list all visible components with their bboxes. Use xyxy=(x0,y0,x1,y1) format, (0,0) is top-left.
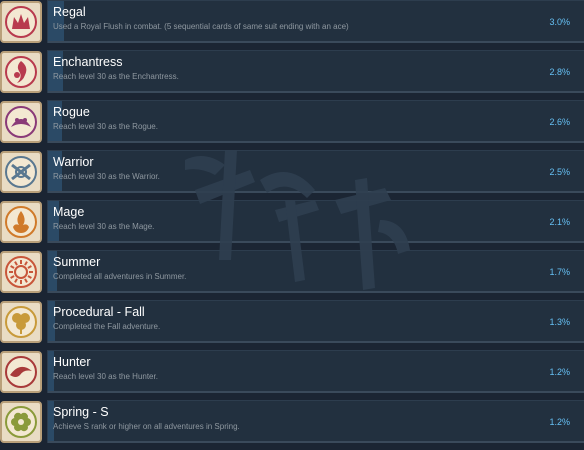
warrior-icon xyxy=(0,151,42,193)
achievement-row[interactable]: Hunter Reach level 30 as the Hunter. 1.2% xyxy=(0,350,584,400)
achievement-row[interactable]: Enchantress Reach level 30 as the Enchant… xyxy=(0,50,584,100)
achievement-row[interactable]: Procedural - Fall Completed the Fall adve… xyxy=(0,300,584,350)
achievement-bar: Summer Completed all adventures in Summer… xyxy=(47,250,584,293)
unlock-percentage: 2.6% xyxy=(549,117,570,127)
achievement-description: Reach level 30 as the Enchantress. xyxy=(53,72,179,81)
row-divider xyxy=(48,191,584,193)
row-divider xyxy=(48,241,584,243)
achievement-bar: Warrior Reach level 30 as the Warrior. 2.5… xyxy=(47,150,584,193)
achievement-bar: Rogue Reach level 30 as the Rogue. 2.6% xyxy=(47,100,584,143)
rogue-icon xyxy=(0,101,42,143)
achievement-title: Procedural - Fall xyxy=(53,305,145,319)
achievement-description: Reach level 30 as the Mage. xyxy=(53,222,155,231)
unlock-percentage: 2.5% xyxy=(549,167,570,177)
achievement-bar: Regal Used a Royal Flush in combat. (5 se… xyxy=(47,0,584,43)
row-divider xyxy=(48,141,584,143)
achievement-title: Spring - S xyxy=(53,405,109,419)
achievement-title: Warrior xyxy=(53,155,94,169)
achievement-list: Regal Used a Royal Flush in combat. (5 se… xyxy=(0,0,584,443)
unlock-percentage: 1.7% xyxy=(549,267,570,277)
achievement-description: Completed the Fall adventure. xyxy=(53,322,161,331)
royal-flush-icon xyxy=(0,1,42,43)
achievement-description: Completed all adventures in Summer. xyxy=(53,272,187,281)
achievement-bar: Spring - S Achieve S rank or higher on al… xyxy=(47,400,584,443)
achievement-description: Reach level 30 as the Rogue. xyxy=(53,122,158,131)
achievement-description: Used a Royal Flush in combat. (5 sequent… xyxy=(53,22,349,31)
achievement-title: Regal xyxy=(53,5,86,19)
achievement-row[interactable]: Summer Completed all adventures in Summer… xyxy=(0,250,584,300)
achievement-title: Summer xyxy=(53,255,101,269)
unlock-percentage: 1.3% xyxy=(549,317,570,327)
achievement-title: Hunter xyxy=(53,355,91,369)
unlock-percentage: 2.8% xyxy=(549,67,570,77)
achievement-description: Reach level 30 as the Warrior. xyxy=(53,172,160,181)
hunter-icon xyxy=(0,351,42,393)
row-divider xyxy=(48,41,584,43)
row-divider xyxy=(48,91,584,93)
achievement-bar: Procedural - Fall Completed the Fall adve… xyxy=(47,300,584,343)
achievement-row[interactable]: Rogue Reach level 30 as the Rogue. 2.6% xyxy=(0,100,584,150)
unlock-percentage: 1.2% xyxy=(549,417,570,427)
row-divider xyxy=(48,391,584,393)
row-divider xyxy=(48,441,584,443)
achievement-description: Achieve S rank or higher on all adventur… xyxy=(53,422,240,431)
achievement-bar: Enchantress Reach level 30 as the Enchant… xyxy=(47,50,584,93)
achievement-row[interactable]: Spring - S Achieve S rank or higher on al… xyxy=(0,400,584,450)
unlock-percentage: 2.1% xyxy=(549,217,570,227)
flower-icon xyxy=(0,401,42,443)
achievement-row[interactable]: Warrior Reach level 30 as the Warrior. 2.5… xyxy=(0,150,584,200)
unlock-percentage: 3.0% xyxy=(549,17,570,27)
achievement-title: Rogue xyxy=(53,105,90,119)
achievement-description: Reach level 30 as the Hunter. xyxy=(53,372,158,381)
achievement-row[interactable]: Regal Used a Royal Flush in combat. (5 se… xyxy=(0,0,584,50)
enchantress-icon xyxy=(0,51,42,93)
achievement-bar: Mage Reach level 30 as the Mage. 2.1% xyxy=(47,200,584,243)
leaf-icon xyxy=(0,301,42,343)
row-divider xyxy=(48,291,584,293)
unlock-percentage: 1.2% xyxy=(549,367,570,377)
sun-icon xyxy=(0,251,42,293)
row-divider xyxy=(48,341,584,343)
achievement-title: Enchantress xyxy=(53,55,123,69)
achievement-title: Mage xyxy=(53,205,85,219)
achievement-bar: Hunter Reach level 30 as the Hunter. 1.2% xyxy=(47,350,584,393)
achievement-row[interactable]: Mage Reach level 30 as the Mage. 2.1% xyxy=(0,200,584,250)
mage-icon xyxy=(0,201,42,243)
